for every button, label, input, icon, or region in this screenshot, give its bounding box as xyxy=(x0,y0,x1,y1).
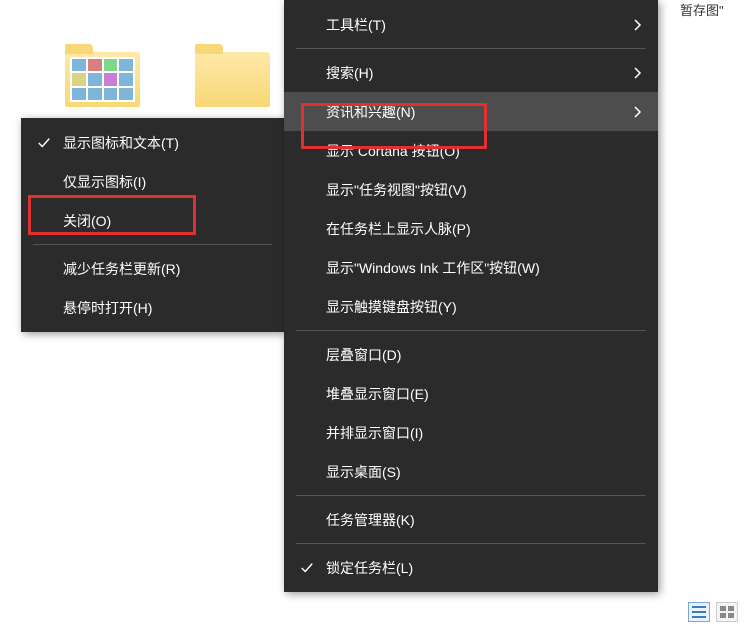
menu-label: 减少任务栏更新(R) xyxy=(63,259,268,279)
folder-shape xyxy=(195,52,270,107)
menu-item-windows-ink[interactable]: 显示"Windows Ink 工作区"按钮(W) xyxy=(284,248,658,287)
menu-label: 资讯和兴趣(N) xyxy=(326,102,628,122)
submenu-item-close[interactable]: 关闭(O) xyxy=(21,201,284,240)
menu-item-lock-taskbar[interactable]: 锁定任务栏(L) xyxy=(284,548,658,587)
menu-separator xyxy=(296,330,646,331)
menu-label: 任务管理器(K) xyxy=(326,510,642,530)
menu-item-task-manager[interactable]: 任务管理器(K) xyxy=(284,500,658,539)
submenu-item-icon-only[interactable]: 仅显示图标(I) xyxy=(21,162,284,201)
menu-label: 并排显示窗口(I) xyxy=(326,423,642,443)
menu-separator xyxy=(296,543,646,544)
menu-label: 锁定任务栏(L) xyxy=(326,558,642,578)
menu-item-people[interactable]: 在任务栏上显示人脉(P) xyxy=(284,209,658,248)
check-icon xyxy=(296,561,318,575)
submenu-item-reduce-updates[interactable]: 减少任务栏更新(R) xyxy=(21,249,284,288)
desktop-background: 暂存图" 显示图标和文本(T) 仅显示图标(I) 关闭(O) 减 xyxy=(0,0,746,632)
submenu-item-open-on-hover[interactable]: 悬停时打开(H) xyxy=(21,288,284,327)
menu-item-cascade[interactable]: 层叠窗口(D) xyxy=(284,335,658,374)
check-icon xyxy=(33,136,55,150)
menu-label: 显示"任务视图"按钮(V) xyxy=(326,180,642,200)
news-interests-submenu: 显示图标和文本(T) 仅显示图标(I) 关闭(O) 减少任务栏更新(R) 悬停时… xyxy=(21,118,284,332)
menu-label: 显示触摸键盘按钮(Y) xyxy=(326,297,642,317)
submenu-item-show-icon-text[interactable]: 显示图标和文本(T) xyxy=(21,123,284,162)
menu-item-show-desktop[interactable]: 显示桌面(S) xyxy=(284,452,658,491)
menu-item-stack[interactable]: 堆叠显示窗口(E) xyxy=(284,374,658,413)
menu-label: 显示"Windows Ink 工作区"按钮(W) xyxy=(326,258,642,278)
view-large-icon[interactable] xyxy=(716,602,738,622)
menu-item-task-view[interactable]: 显示"任务视图"按钮(V) xyxy=(284,170,658,209)
menu-label: 显示桌面(S) xyxy=(326,462,642,482)
menu-label: 搜索(H) xyxy=(326,63,628,83)
menu-label: 堆叠显示窗口(E) xyxy=(326,384,642,404)
menu-label: 仅显示图标(I) xyxy=(63,172,268,192)
menu-item-news-interests[interactable]: 资讯和兴趣(N) xyxy=(284,92,658,131)
folder-icon-1[interactable] xyxy=(65,52,140,112)
menu-label: 显示 Cortana 按钮(O) xyxy=(326,141,642,161)
chevron-right-icon xyxy=(628,67,642,79)
menu-item-toolbars[interactable]: 工具栏(T) xyxy=(284,5,658,44)
folder-icon-2[interactable] xyxy=(195,52,270,112)
menu-separator xyxy=(296,48,646,49)
explorer-view-icons xyxy=(688,602,738,622)
menu-label: 层叠窗口(D) xyxy=(326,345,642,365)
menu-item-cortana-button[interactable]: 显示 Cortana 按钮(O) xyxy=(284,131,658,170)
menu-label: 显示图标和文本(T) xyxy=(63,133,268,153)
chevron-right-icon xyxy=(628,19,642,31)
view-details-icon[interactable] xyxy=(688,602,710,622)
taskbar-context-menu: 工具栏(T) 搜索(H) 资讯和兴趣(N) 显示 Cortana 按钮(O) 显… xyxy=(284,0,658,592)
menu-separator xyxy=(33,244,272,245)
menu-label: 工具栏(T) xyxy=(326,15,628,35)
chevron-right-icon xyxy=(628,106,642,118)
menu-label: 悬停时打开(H) xyxy=(63,298,268,318)
menu-separator xyxy=(296,495,646,496)
menu-item-search[interactable]: 搜索(H) xyxy=(284,53,658,92)
menu-label: 在任务栏上显示人脉(P) xyxy=(326,219,642,239)
menu-item-touch-keyboard[interactable]: 显示触摸键盘按钮(Y) xyxy=(284,287,658,326)
partial-text: 暂存图" xyxy=(680,0,724,19)
folder-shape xyxy=(65,52,140,107)
menu-item-side-by-side[interactable]: 并排显示窗口(I) xyxy=(284,413,658,452)
menu-label: 关闭(O) xyxy=(63,211,268,231)
